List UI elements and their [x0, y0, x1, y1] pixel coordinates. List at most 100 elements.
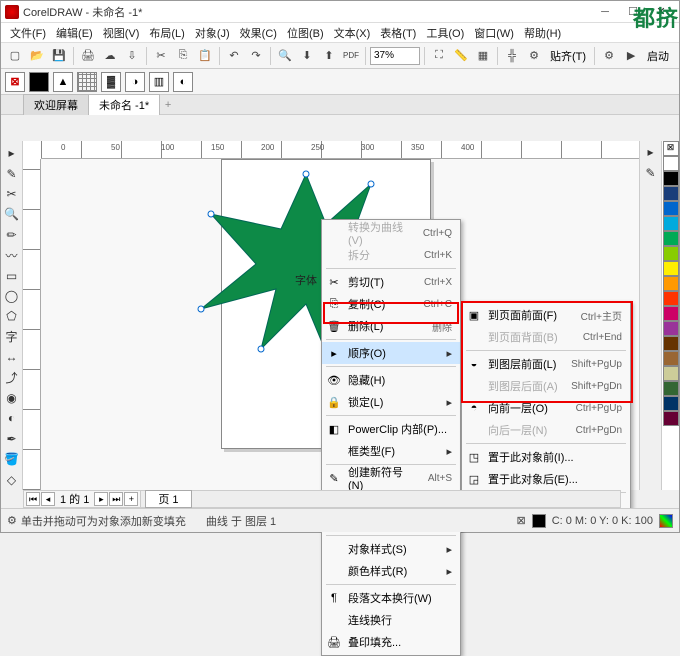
fill-tool[interactable]: 🪣: [2, 450, 22, 468]
menu-item[interactable]: 🔒锁定(L)▸: [322, 391, 460, 413]
nofill-icon[interactable]: ⊠: [5, 72, 25, 92]
black-swatch[interactable]: [29, 72, 49, 92]
dimension-tool[interactable]: ↔: [2, 348, 22, 366]
menu-item[interactable]: ◲置于此对象后(E)...: [462, 468, 630, 490]
fill-icon[interactable]: ▲: [53, 72, 73, 92]
guides-icon[interactable]: ╬: [502, 46, 522, 66]
launch-icon[interactable]: ▶: [621, 46, 641, 66]
menu-layout[interactable]: 布局(L): [144, 25, 189, 41]
palette-color[interactable]: [663, 321, 679, 336]
pattern-icon[interactable]: [77, 72, 97, 92]
menu-object[interactable]: 对象(J): [190, 25, 235, 41]
new-tab-button[interactable]: +: [159, 99, 177, 111]
new-button[interactable]: ▢: [5, 46, 25, 66]
menu-item[interactable]: ✂剪切(T)Ctrl+X: [322, 271, 460, 293]
palette-color[interactable]: [663, 201, 679, 216]
last-page-button[interactable]: ⏭: [109, 492, 123, 506]
pen-icon[interactable]: ✎: [641, 163, 661, 183]
print-button[interactable]: 🖨: [78, 46, 98, 66]
menu-item[interactable]: 🖨叠印填充...: [322, 631, 460, 653]
menu-item[interactable]: ▣到页面前面(F)Ctrl+主页: [462, 304, 630, 326]
menu-item[interactable]: ◧PowerClip 内部(P)...: [322, 418, 460, 440]
pdf-button[interactable]: PDF: [341, 46, 361, 66]
zoom-tool[interactable]: 🔍: [2, 205, 22, 223]
prev-page-button[interactable]: ◂: [41, 492, 55, 506]
zoom-input[interactable]: [370, 47, 420, 65]
paste-button[interactable]: 📋: [195, 46, 215, 66]
blend-tool[interactable]: ◉: [2, 389, 22, 407]
palette-color[interactable]: [663, 336, 679, 351]
save-button[interactable]: 💾: [49, 46, 69, 66]
menu-item[interactable]: ◳置于此对象前(I)...: [462, 446, 630, 468]
palette-color[interactable]: [663, 396, 679, 411]
launch-label[interactable]: 启动: [643, 48, 673, 64]
next-page-button[interactable]: ▸: [94, 492, 108, 506]
copy-button[interactable]: ⎘: [173, 46, 193, 66]
palette-color[interactable]: [663, 351, 679, 366]
menu-item[interactable]: ¶段落文本换行(W): [322, 587, 460, 609]
menu-item[interactable]: ✎创建新符号(N)Alt+S: [322, 467, 460, 489]
menu-file[interactable]: 文件(F): [5, 25, 51, 41]
menu-view[interactable]: 视图(V): [98, 25, 145, 41]
palette-color[interactable]: [663, 291, 679, 306]
texture-icon[interactable]: ▓: [101, 72, 121, 92]
add-page-button[interactable]: +: [124, 492, 138, 506]
palette-color[interactable]: [663, 261, 679, 276]
menu-item[interactable]: 连线换行: [322, 609, 460, 631]
menu-help[interactable]: 帮助(H): [519, 25, 566, 41]
menu-item[interactable]: ⎘复制(C)Ctrl+C: [322, 293, 460, 315]
cut-button[interactable]: ✂: [151, 46, 171, 66]
palette-color[interactable]: [663, 231, 679, 246]
palette-color[interactable]: [663, 366, 679, 381]
shape-tool[interactable]: ✎: [2, 164, 22, 182]
menu-item[interactable]: ◒到图层前面(L)Shift+PgUp: [462, 353, 630, 375]
ellipse-tool[interactable]: ◯: [2, 287, 22, 305]
palette-color[interactable]: [663, 381, 679, 396]
undo-button[interactable]: ↶: [224, 46, 244, 66]
redo-button[interactable]: ↷: [246, 46, 266, 66]
cloud-up-icon[interactable]: ☁: [100, 46, 120, 66]
transparency-tool[interactable]: ◐: [2, 409, 22, 427]
pick-tool[interactable]: ▸: [2, 144, 22, 162]
cloud-down-icon[interactable]: ⇩: [122, 46, 142, 66]
menu-table[interactable]: 表格(T): [375, 25, 421, 41]
connector-tool[interactable]: ⤴: [2, 368, 22, 386]
text-tool[interactable]: 字: [2, 328, 22, 346]
menu-item[interactable]: 🗑删除(L)删除: [322, 315, 460, 337]
crop-tool[interactable]: ✂: [2, 185, 22, 203]
eyedropper-tool[interactable]: ✒: [2, 430, 22, 448]
menu-item[interactable]: 对象样式(S)▸: [322, 538, 460, 560]
docker-icon[interactable]: ▸: [641, 142, 661, 162]
palette-color[interactable]: [663, 186, 679, 201]
open-button[interactable]: 📂: [27, 46, 47, 66]
gear-icon[interactable]: ⚙: [7, 514, 17, 527]
welcome-tab[interactable]: 欢迎屏幕: [23, 94, 89, 115]
artistic-tool[interactable]: 〰: [2, 246, 22, 264]
grid-icon[interactable]: ▦: [473, 46, 493, 66]
freehand-tool[interactable]: ✏: [2, 226, 22, 244]
menu-item[interactable]: 框类型(F)▸: [322, 440, 460, 462]
ruler-icon[interactable]: 📏: [451, 46, 471, 66]
minimize-button[interactable]: ─: [591, 3, 619, 21]
menu-effect[interactable]: 效果(C): [235, 25, 282, 41]
menu-item[interactable]: 👁隐藏(H): [322, 369, 460, 391]
outline-icon[interactable]: ◑: [125, 72, 145, 92]
palette-color[interactable]: [663, 411, 679, 426]
menu-window[interactable]: 窗口(W): [469, 25, 519, 41]
settings-icon[interactable]: ⚙: [599, 46, 619, 66]
fullscreen-icon[interactable]: ⛶: [429, 46, 449, 66]
page-tab[interactable]: 页 1: [145, 490, 191, 508]
fill-swatch[interactable]: [532, 514, 546, 528]
menu-item[interactable]: 颜色样式(R)▸: [322, 560, 460, 582]
menu-bitmap[interactable]: 位图(B): [282, 25, 329, 41]
import-button[interactable]: ⬇: [297, 46, 317, 66]
export-button[interactable]: ⬆: [319, 46, 339, 66]
menu-item[interactable]: ◓向前一层(O)Ctrl+PgUp: [462, 397, 630, 419]
doc-tab[interactable]: 未命名 -1*: [88, 94, 160, 115]
bitmap-fill-icon[interactable]: ▥: [149, 72, 169, 92]
snap-label[interactable]: 贴齐(T): [546, 48, 590, 64]
palette-color[interactable]: [663, 216, 679, 231]
outline-tool[interactable]: ◇: [2, 471, 22, 489]
menu-item[interactable]: ▸顺序(O)▸: [322, 342, 460, 364]
search-icon[interactable]: 🔍: [275, 46, 295, 66]
